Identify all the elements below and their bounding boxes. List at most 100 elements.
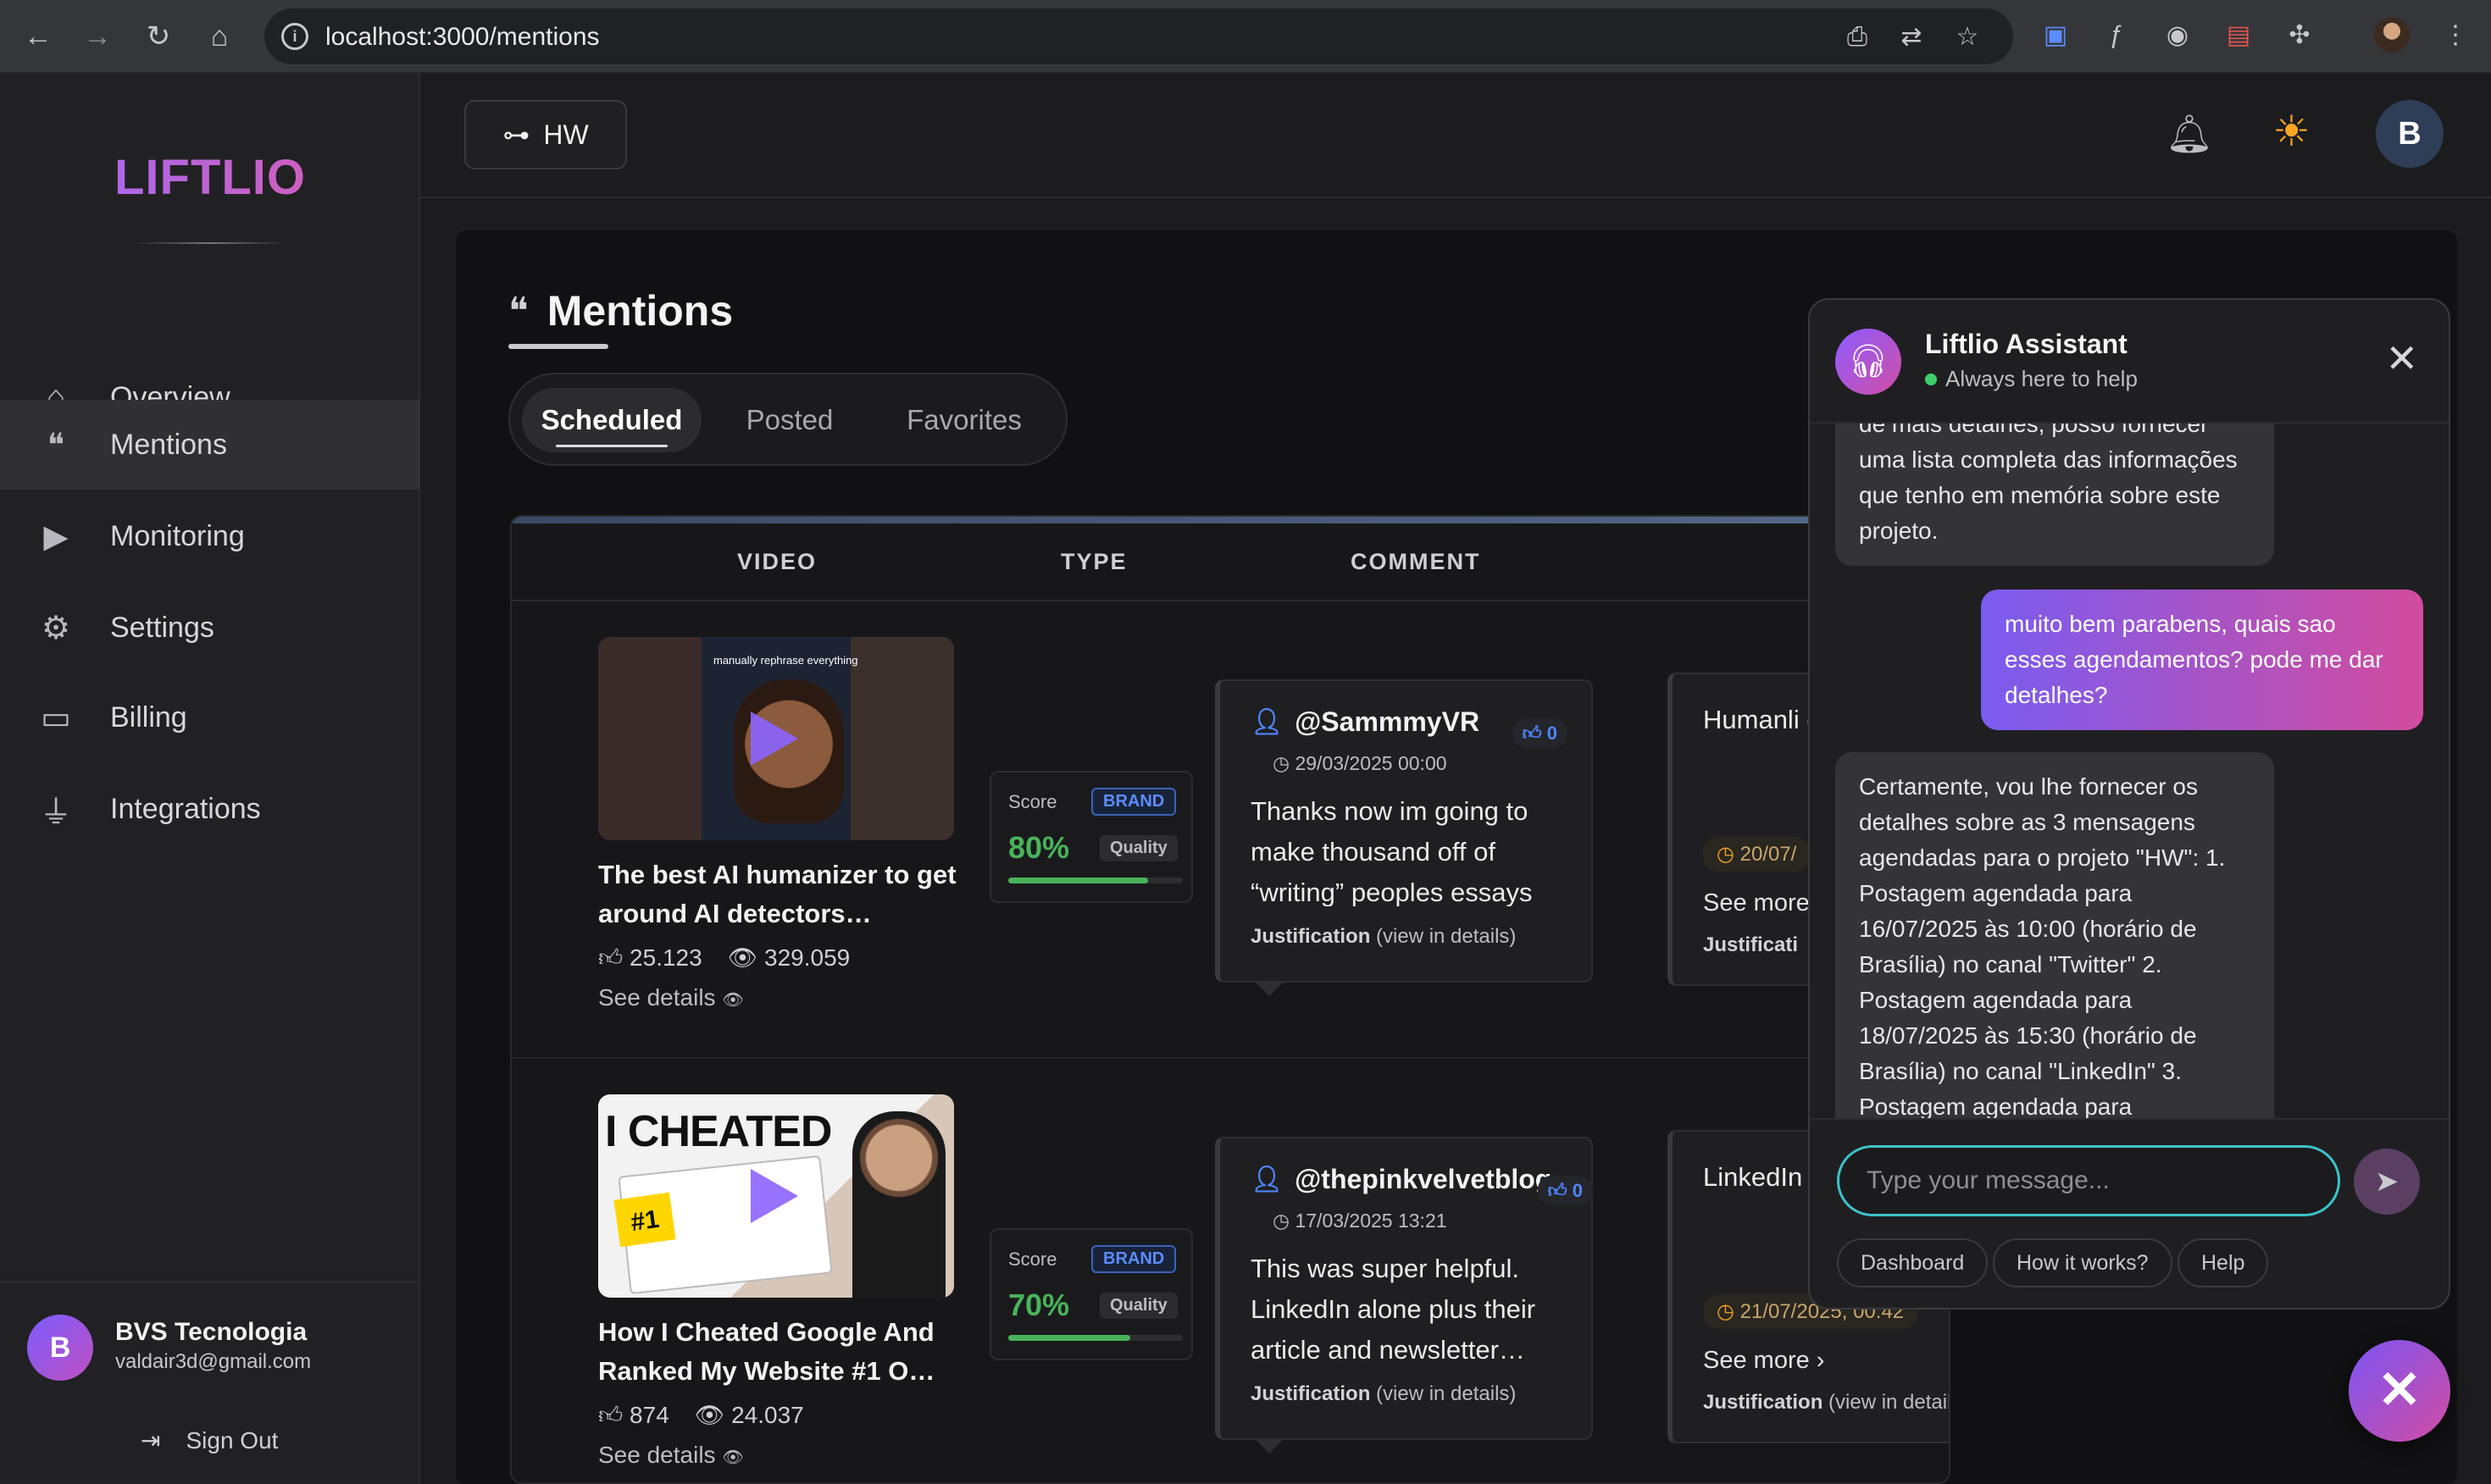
project-selector[interactable]: ⊶ HW <box>464 100 627 169</box>
scheduled-date: 20/07/ <box>1739 843 1797 866</box>
video-title[interactable]: How I Cheated Google And Ranked My Websi… <box>598 1313 971 1391</box>
chat-input-area: ➤ Dashboard How it works? Help <box>1810 1118 2449 1308</box>
video-thumbnail[interactable]: I CHEATED #1 <box>598 1094 954 1298</box>
user-icon: 👤︎ <box>1251 708 1284 736</box>
project-tree-icon: ⊶ <box>502 119 530 150</box>
formula-extension-icon[interactable]: ƒ <box>2098 17 2135 54</box>
assistant-title: Liftlio Assistant <box>1925 329 2128 359</box>
mentions-tabs: Scheduled Posted Favorites <box>508 373 1068 466</box>
page-title: Mentions <box>546 287 734 335</box>
justification-hint: (view in details) <box>1376 925 1517 948</box>
send-icon[interactable]: ➤ <box>2354 1149 2420 1215</box>
user-avatar[interactable]: B <box>27 1315 93 1381</box>
column-header-type: TYPE <box>1061 549 1128 574</box>
sidebar-item-mentions[interactable]: ❝ Mentions <box>0 400 420 490</box>
assistant-status: Always here to help <box>1925 366 2138 392</box>
thumbnail-headline: I CHEATED <box>605 1107 832 1156</box>
comment-likes-count: 0 <box>1572 1180 1583 1201</box>
quick-action-how-it-works[interactable]: How it works? <box>1993 1238 2172 1287</box>
assistant-chat-panel: 🎧︎ Liftlio Assistant Always here to help… <box>1808 298 2450 1310</box>
home-icon[interactable]: ⌂ <box>200 17 239 56</box>
sidebar-item-integrations[interactable]: ⏚ Integrations <box>0 764 420 854</box>
chat-message-input[interactable] <box>1837 1145 2340 1216</box>
install-app-icon[interactable]: ⎙ <box>1840 20 1874 54</box>
sidebar-item-label: Settings <box>110 611 214 644</box>
thumbnail-person <box>852 1111 946 1298</box>
reload-icon[interactable]: ↻ <box>139 17 178 56</box>
type-badge: BRAND <box>1091 788 1177 816</box>
see-more-link[interactable]: See more <box>1703 889 1810 917</box>
see-details-link[interactable]: See details 👁︎ <box>598 1442 744 1469</box>
close-assistant-fab[interactable]: ✕ <box>2349 1340 2450 1442</box>
headset-icon: 🎧︎ <box>1835 329 1901 395</box>
comment-card[interactable]: 👤︎ @SammmyVR 👍︎ 0 ◷ 29/03/2025 00:00 Tha… <box>1215 679 1593 996</box>
see-more-label: See more <box>1703 1347 1810 1374</box>
see-more-link[interactable]: See more › <box>1703 1347 1824 1375</box>
bookmark-star-icon[interactable]: ☆ <box>1950 20 1984 54</box>
sidebar-item-monitoring[interactable]: ▶ Monitoring <box>0 491 420 581</box>
response-justification-label: Justification <box>1703 1391 1823 1414</box>
user-icon: 👤︎ <box>1251 1166 1284 1193</box>
video-views: 👁︎ 329.059 <box>728 944 851 972</box>
top-header: ⊶ HW 🔔︎ ☀ B <box>420 73 2491 198</box>
table-row: I CHEATED #1 How I Cheated Google And Ra… <box>512 1059 1949 1482</box>
window-extension-icon[interactable]: ▤ <box>2220 17 2257 54</box>
browser-toolbar: ← → ↻ ⌂ i localhost:3000/mentions ⎙ ⇄ ☆ … <box>0 0 2491 73</box>
forward-icon[interactable]: → <box>78 17 117 56</box>
comment-date: ◷ 17/03/2025 13:21 <box>1273 1210 1447 1232</box>
score-label: Score <box>1008 1249 1057 1270</box>
comment-likes-count: 0 <box>1546 723 1557 744</box>
quick-action-help[interactable]: Help <box>2178 1238 2269 1287</box>
camera-extension-icon[interactable]: ◉ <box>2159 17 2196 54</box>
chat-message-bot: Certamente, vou lhe fornecer os detalhes… <box>1835 752 2274 1118</box>
back-icon[interactable]: ← <box>19 17 58 56</box>
comment-text: Thanks now im going to make thousand off… <box>1251 796 1533 906</box>
eye-icon: 👁︎ <box>694 1402 725 1428</box>
gear-icon: ⚙ <box>41 610 71 646</box>
sidebar-item-label: Integrations <box>110 792 261 825</box>
translate-extension-icon[interactable]: ▣ <box>2037 17 2074 54</box>
translate-icon[interactable]: ⇄ <box>1895 20 1928 54</box>
tab-favorites[interactable]: Favorites <box>879 388 1049 452</box>
tab-scheduled[interactable]: Scheduled <box>522 388 702 452</box>
comment-card[interactable]: 👤︎ @thepinkvelvetblog 👍︎ 0 ◷ 17/03/2025 … <box>1215 1137 1593 1454</box>
header-user-avatar[interactable]: B <box>2376 100 2444 168</box>
sidebar-user-section: B BVS Tecnologia valdair3d@gmail.com ⇥ S… <box>0 1281 420 1484</box>
url-text[interactable]: localhost:3000/mentions <box>325 23 600 52</box>
plug-icon: ⏚ <box>39 795 72 831</box>
justification-link[interactable]: Justification (view in details) <box>1251 925 1516 949</box>
eye-icon: 👁︎ <box>722 1448 744 1467</box>
theme-toggle-sun-icon[interactable]: ☀ <box>2272 107 2311 156</box>
address-bar[interactable]: i localhost:3000/mentions ⎙ ⇄ ☆ <box>264 8 2013 64</box>
extensions-puzzle-icon[interactable]: ✣ <box>2281 17 2318 54</box>
scheduled-date-badge: ◷ 20/07/ <box>1703 837 1811 872</box>
sign-out-button[interactable]: ⇥ Sign Out <box>141 1426 278 1454</box>
justification-link[interactable]: Justification (view in details) <box>1251 1382 1516 1406</box>
response-justification[interactable]: Justificati <box>1703 933 1798 957</box>
video-thumbnail[interactable]: manually rephrase everything <box>598 637 954 840</box>
see-details-label: See details <box>598 984 716 1011</box>
notifications-bell-icon[interactable]: 🔔︎ <box>2166 112 2213 156</box>
see-details-link[interactable]: See details 👁︎ <box>598 984 744 1011</box>
comment-username: @SammmyVR <box>1295 706 1480 737</box>
score-bar <box>1008 1335 1183 1341</box>
browser-profile-avatar[interactable] <box>2374 17 2410 53</box>
close-icon[interactable]: ✕ <box>2385 335 2418 381</box>
site-info-icon[interactable]: i <box>281 23 308 50</box>
play-icon[interactable] <box>751 712 798 766</box>
video-title[interactable]: The best AI humanizer to get around AI d… <box>598 856 971 933</box>
browser-menu-icon[interactable]: ⋮ <box>2437 17 2474 54</box>
app-logo[interactable]: LIFTLIO <box>0 149 420 206</box>
thumbnail-caption: manually rephrase everything <box>713 654 858 667</box>
play-icon[interactable] <box>751 1169 798 1223</box>
tab-posted[interactable]: Posted <box>722 388 857 452</box>
sidebar-item-billing[interactable]: ▭ Billing <box>0 673 420 762</box>
score-value: 70% <box>1008 1287 1070 1322</box>
quick-action-dashboard[interactable]: Dashboard <box>1837 1238 1989 1287</box>
video-stats: 👍︎ 874 👁︎ 24.037 <box>598 1401 804 1430</box>
sidebar-item-settings[interactable]: ⚙ Settings <box>0 583 420 673</box>
score-box: Score BRAND 80% Quality <box>990 771 1193 903</box>
response-justification[interactable]: Justification (view in details) <box>1703 1391 1949 1415</box>
chat-messages[interactable]: de mais detalhes, posso fornecer uma lis… <box>1810 424 2449 1118</box>
eye-icon: 👁︎ <box>727 944 758 971</box>
